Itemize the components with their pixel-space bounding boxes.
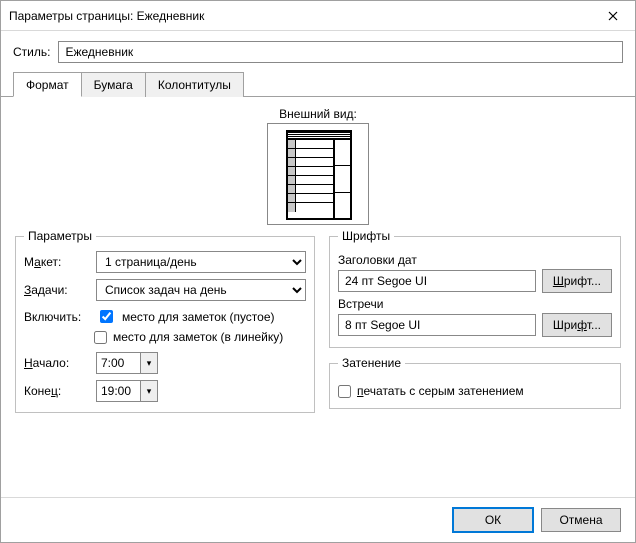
end-time-combo[interactable]: ▾ <box>96 380 158 402</box>
appointments-font-button[interactable]: Шрифт... <box>542 313 612 337</box>
window-title: Параметры страницы: Ежедневник <box>9 9 590 23</box>
chevron-down-icon: ▾ <box>147 359 152 368</box>
layout-combo[interactable]: 1 страница/день <box>96 251 306 273</box>
notes-blank-label: место для заметок (пустое) <box>122 310 275 324</box>
notes-blank-checkbox[interactable] <box>100 310 113 323</box>
tasks-label: Задачи: <box>24 283 90 297</box>
group-shading-legend: Затенение <box>338 356 405 370</box>
notes-lined-checkbox[interactable] <box>94 331 107 344</box>
group-fonts-legend: Шрифты <box>338 229 394 243</box>
start-label: Начало: <box>24 356 90 370</box>
group-parameters: Параметры Макет: 1 страница/день Задачи:… <box>15 229 315 413</box>
start-time-combo[interactable]: ▾ <box>96 352 158 374</box>
date-headers-font-display: 24 пт Segoe UI <box>338 270 536 292</box>
chevron-down-icon: ▾ <box>147 387 152 396</box>
tab-headers[interactable]: Колонтитулы <box>145 72 244 97</box>
layout-label: Макет: <box>24 255 90 269</box>
group-shading: Затенение печатать с серым затенением <box>329 356 621 409</box>
style-label: Стиль: <box>13 45 50 59</box>
cancel-button[interactable]: Отмена <box>541 508 621 532</box>
appointments-label: Встречи <box>338 297 612 311</box>
close-icon <box>608 8 618 24</box>
print-gray-shading-checkbox[interactable] <box>338 385 351 398</box>
date-headers-font-button[interactable]: Шрифт... <box>542 269 612 293</box>
style-row: Стиль: <box>1 31 635 71</box>
tab-body-format: Внешний вид: <box>1 97 635 497</box>
close-button[interactable] <box>590 1 635 30</box>
end-time-dropdown[interactable]: ▾ <box>140 380 158 402</box>
appointments-font-display: 8 пт Segoe UI <box>338 314 536 336</box>
preview-area: Внешний вид: <box>15 107 621 225</box>
style-input[interactable] <box>58 41 623 63</box>
start-time-dropdown[interactable]: ▾ <box>140 352 158 374</box>
notes-lined-label: место для заметок (в линейку) <box>113 330 283 344</box>
start-time-input[interactable] <box>96 352 140 374</box>
ok-button[interactable]: ОК <box>453 508 533 532</box>
preview-thumbnail <box>267 123 369 225</box>
tab-format[interactable]: Формат <box>13 72 82 97</box>
tab-strip: Формат Бумага Колонтитулы <box>1 71 635 97</box>
tab-paper[interactable]: Бумага <box>81 72 146 97</box>
preview-label: Внешний вид: <box>15 107 621 121</box>
group-parameters-legend: Параметры <box>24 229 96 243</box>
date-headers-label: Заголовки дат <box>338 253 612 267</box>
titlebar: Параметры страницы: Ежедневник <box>1 1 635 31</box>
end-label: Конец: <box>24 384 90 398</box>
dialog-button-bar: ОК Отмена <box>1 497 635 542</box>
print-gray-shading-label: печатать с серым затенением <box>357 384 524 398</box>
end-time-input[interactable] <box>96 380 140 402</box>
group-fonts: Шрифты Заголовки дат 24 пт Segoe UI Шриф… <box>329 229 621 348</box>
page-setup-dialog: Параметры страницы: Ежедневник Стиль: Фо… <box>0 0 636 543</box>
include-label: Включить: <box>24 310 90 324</box>
tasks-combo[interactable]: Список задач на день <box>96 279 306 301</box>
